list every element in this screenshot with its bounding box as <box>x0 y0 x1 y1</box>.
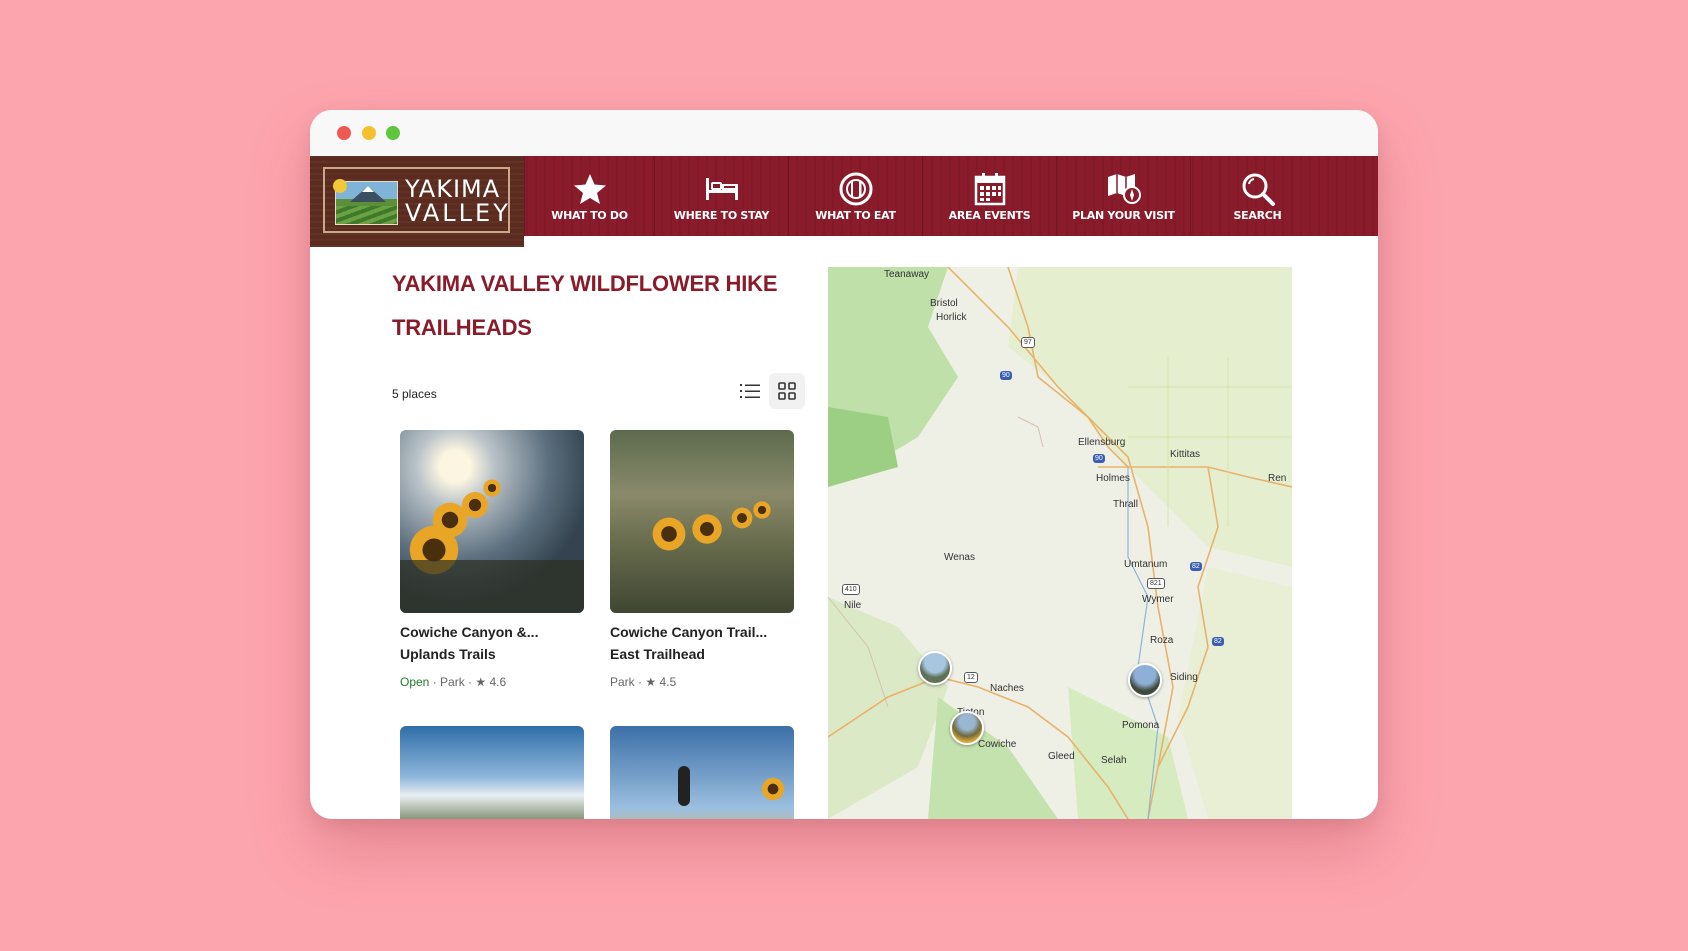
highway-shield: 821 <box>1147 578 1165 589</box>
map-label: Holmes <box>1096 473 1130 484</box>
place-name[interactable]: Cowiche Canyon Trail... East Trailhead <box>610 621 794 665</box>
place-photo[interactable] <box>400 430 584 613</box>
map-label: Wymer <box>1142 594 1174 605</box>
place-photo[interactable] <box>610 726 794 819</box>
place-card[interactable] <box>610 726 794 819</box>
search-icon <box>1241 171 1275 207</box>
highway-shield: 12 <box>964 672 978 683</box>
map-label: Siding <box>1170 672 1198 683</box>
place-rating: 4.5 <box>659 675 677 689</box>
place-photo[interactable] <box>400 726 584 819</box>
map-pin[interactable] <box>950 711 984 745</box>
grid-view-button[interactable] <box>769 373 805 409</box>
map-label: Horlick <box>936 312 967 323</box>
map-label: Kittitas <box>1170 449 1201 460</box>
nav-what-to-do[interactable]: WHAT TO DO <box>524 156 654 236</box>
nav-area-events[interactable]: AREA EVENTS <box>922 156 1056 236</box>
open-status: Open <box>400 675 430 689</box>
star-icon <box>573 171 607 207</box>
calendar-icon <box>974 171 1006 207</box>
nav-where-to-stay[interactable]: WHERE TO STAY <box>654 156 788 236</box>
page-title: YAKIMA VALLEY WILDFLOWER HIKE TRAILHEADS <box>392 271 778 340</box>
map-label: Umtanum <box>1124 559 1168 570</box>
highway-shield: 90 <box>1000 371 1012 380</box>
place-card[interactable]: Cowiche Canyon &... Uplands Trails Open … <box>400 430 584 689</box>
map-pin[interactable] <box>918 651 952 685</box>
browser-window: YAKIMA VALLEY WHAT TO DO WHERE TO STAY W… <box>310 110 1378 819</box>
map-compass-icon <box>1106 171 1142 207</box>
nav-label: WHERE TO STAY <box>673 208 770 222</box>
map-label: Thrall <box>1113 499 1139 510</box>
nav-plan-your-visit[interactable]: PLAN YOUR VISIT <box>1056 156 1190 236</box>
site-logo[interactable]: YAKIMA VALLEY <box>310 156 524 247</box>
logo-frame: YAKIMA VALLEY <box>323 167 510 233</box>
logo-sun-icon <box>333 179 347 193</box>
list-view-button[interactable] <box>738 379 762 403</box>
nav-search[interactable]: SEARCH <box>1190 156 1378 236</box>
highway-shield: 90 <box>1093 454 1105 463</box>
nav-label: AREA EVENTS <box>948 208 1031 222</box>
map-label: Bristol <box>930 298 958 309</box>
place-meta: Open · Park · ★ 4.6 <box>400 675 584 689</box>
list-icon <box>740 384 760 398</box>
place-type: · Park · <box>429 675 476 689</box>
map-pin[interactable] <box>1128 663 1162 697</box>
map-label: Teanaway <box>884 269 930 280</box>
highway-shield: 82 <box>1212 637 1224 646</box>
plate-icon <box>839 171 873 207</box>
minimize-window-button[interactable] <box>362 126 376 140</box>
grid-icon <box>778 382 796 400</box>
nav-label: WHAT TO DO <box>551 208 628 222</box>
logo-text: YAKIMA VALLEY <box>405 177 511 225</box>
close-window-button[interactable] <box>337 126 351 140</box>
places-count: 5 places <box>392 387 437 401</box>
map-label: Pomona <box>1122 720 1160 731</box>
place-rating: 4.6 <box>489 675 507 689</box>
highway-shield: 82 <box>1190 562 1202 571</box>
map-label: Wenas <box>944 552 975 563</box>
place-card[interactable]: Cowiche Canyon Trail... East Trailhead P… <box>610 430 794 689</box>
star-icon: ★ <box>645 675 657 689</box>
highway-shield: 410 <box>842 584 860 595</box>
bed-icon <box>704 171 740 207</box>
place-meta: Park · ★ 4.5 <box>610 675 794 689</box>
map-label: Ellensburg <box>1078 437 1126 448</box>
logo-line-2: VALLEY <box>405 199 511 227</box>
place-type: Park · <box>610 675 646 689</box>
highway-shield: 97 <box>1021 337 1035 348</box>
map-terrain <box>828 267 1292 819</box>
nav-label: PLAN YOUR VISIT <box>1072 208 1175 222</box>
map-label: Naches <box>990 683 1024 694</box>
nav-what-to-eat[interactable]: WHAT TO EAT <box>788 156 922 236</box>
nav-label: SEARCH <box>1233 208 1282 222</box>
map-label: Nile <box>844 600 862 611</box>
map-label: Roza <box>1150 635 1174 646</box>
nav-label: WHAT TO EAT <box>815 208 896 222</box>
map-label: Cowiche <box>978 739 1017 750</box>
logo-line-1: YAKIMA <box>405 175 501 203</box>
place-name[interactable]: Cowiche Canyon &... Uplands Trails <box>400 621 584 665</box>
map-label: Gleed <box>1048 751 1075 762</box>
place-card[interactable] <box>400 726 584 819</box>
place-photo[interactable] <box>610 430 794 613</box>
maximize-window-button[interactable] <box>386 126 400 140</box>
map-label: Ren <box>1268 473 1287 484</box>
window-titlebar <box>310 110 1378 156</box>
map-label: Selah <box>1101 755 1127 766</box>
map[interactable]: Teanaway Bristol Horlick Ellensburg Kitt… <box>828 267 1292 819</box>
star-icon: ★ <box>475 675 487 689</box>
